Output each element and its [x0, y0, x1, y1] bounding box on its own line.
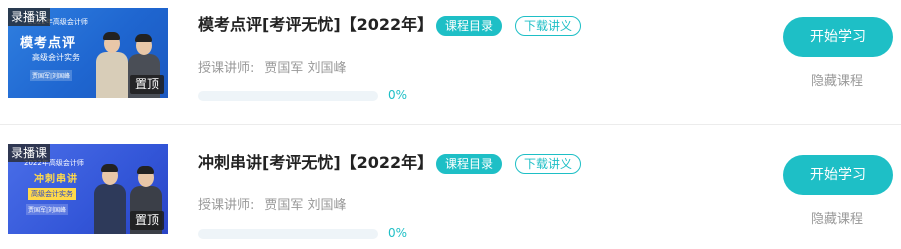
progress-bar	[198, 91, 378, 101]
pinned-badge: 置顶	[129, 75, 164, 94]
course-title[interactable]: 模考点评[考评无忧]【2022年】	[198, 11, 433, 35]
hide-course-link[interactable]: 隐藏课程	[811, 208, 863, 227]
record-course-badge: 录播课	[8, 144, 51, 162]
course-title[interactable]: 冲刺串讲[考评无忧]【2022年】	[198, 149, 433, 173]
download-handout-button[interactable]: 下载讲义	[515, 16, 582, 36]
course-thumbnail[interactable]: 2022年高级会计师 冲刺串讲 高级会计实务 贾国军|刘国峰 录播课 置顶	[8, 144, 168, 234]
progress-percent: 0%	[388, 226, 408, 240]
course-catalog-button[interactable]: 课程目录	[436, 154, 503, 174]
course-item: 2022年高级会计师 模考点评 高级会计实务 贾国军|刘国峰 录播课 置顶 模考…	[0, 0, 901, 124]
teacher-photo	[92, 144, 128, 234]
course-item: 2022年高级会计师 冲刺串讲 高级会计实务 贾国军|刘国峰 录播课 置顶 冲刺…	[0, 125, 901, 249]
thumbnail-subject: 高级会计实务	[28, 188, 76, 200]
pinned-badge: 置顶	[129, 211, 164, 230]
lecturer-names: 贾国军 刘国峰	[264, 61, 347, 76]
lecturer-info: 授课讲师: 贾国军 刘国峰	[198, 194, 347, 213]
thumbnail-title: 模考点评	[20, 36, 77, 51]
thumbnail-title: 冲刺串讲	[34, 174, 78, 185]
thumbnail-teachers: 贾国军|刘国峰	[30, 70, 73, 81]
start-learning-button[interactable]: 开始学习	[783, 17, 893, 57]
download-handout-button[interactable]: 下载讲义	[515, 154, 582, 174]
lecturer-names: 贾国军 刘国峰	[264, 198, 347, 213]
thumbnail-teachers: 贾国军|刘国峰	[26, 204, 69, 215]
record-course-badge: 录播课	[8, 8, 51, 26]
teacher-photo	[94, 8, 130, 98]
start-learning-button[interactable]: 开始学习	[783, 155, 893, 195]
lecturer-info: 授课讲师: 贾国军 刘国峰	[198, 57, 347, 76]
lecturer-label: 授课讲师:	[198, 198, 255, 213]
progress-bar	[198, 229, 378, 239]
hide-course-link[interactable]: 隐藏课程	[811, 70, 863, 89]
lecturer-label: 授课讲师:	[198, 61, 255, 76]
progress-percent: 0%	[388, 88, 408, 102]
course-thumbnail[interactable]: 2022年高级会计师 模考点评 高级会计实务 贾国军|刘国峰 录播课 置顶	[8, 8, 168, 98]
course-catalog-button[interactable]: 课程目录	[436, 16, 503, 36]
thumbnail-subject: 高级会计实务	[32, 53, 80, 62]
